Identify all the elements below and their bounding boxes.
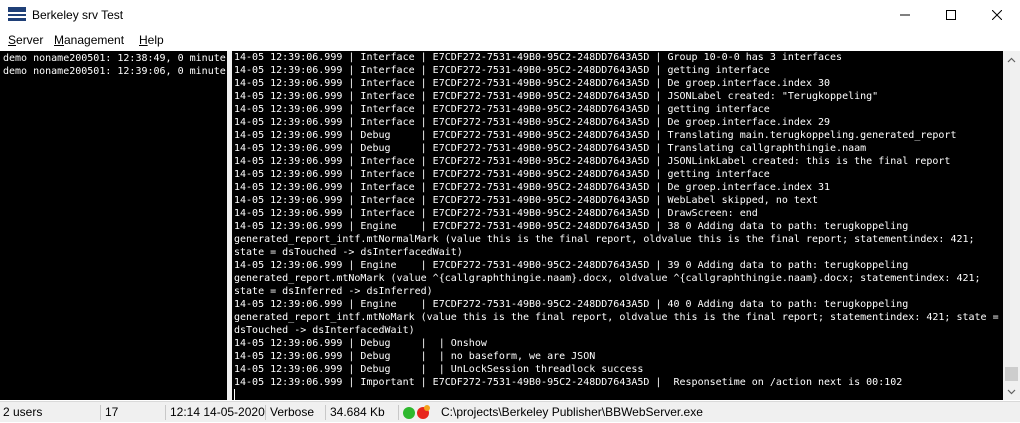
log-scrollbar[interactable]: [1003, 51, 1020, 400]
log-line: 14-05 12:39:06.999 | Interface | E7CDF27…: [234, 91, 879, 102]
log-line: 14-05 12:39:06.999 | Engine | E7CDF272-7…: [234, 260, 909, 271]
log-line: 14-05 12:39:06.999 | Interface | E7CDF27…: [234, 117, 831, 128]
log-line: generated_report.mtNoMark (value ^{callg…: [234, 273, 981, 284]
log-line: 14-05 12:39:06.999 | Engine | E7CDF272-7…: [234, 221, 909, 232]
log-line: dsTouched -> dsInterfacedWait): [234, 325, 415, 336]
window-title: Berkeley srv Test: [32, 8, 124, 22]
log-line: state = dsInferred -> dsInferred): [234, 286, 433, 297]
maximize-button[interactable]: [928, 0, 974, 30]
log-line: 14-05 12:39:06.999 | Interface | E7CDF27…: [234, 52, 843, 63]
status-bar: 2 users 17 12:14 14-05-2020 Verbose 34.6…: [0, 401, 1020, 422]
close-button[interactable]: [974, 0, 1020, 30]
status-ok-icon: [403, 407, 415, 419]
log-line: 14-05 12:39:06.999 | Debug | | no basefo…: [234, 351, 596, 362]
log-line: 14-05 12:39:06.999 | Interface | E7CDF27…: [234, 78, 831, 89]
status-datetime: 12:14 14-05-2020: [167, 405, 266, 420]
log-line: generated_report_intf.mtNoMark (value th…: [234, 312, 999, 323]
chevron-up-icon: [1007, 57, 1016, 62]
status-alert-icon: [417, 405, 430, 419]
app-icon: [8, 7, 26, 21]
scroll-down-button[interactable]: [1003, 383, 1020, 400]
session-item[interactable]: demo noname200501: 12:38:49, 0 minute: [3, 52, 227, 65]
log-line: 14-05 12:39:06.999 | Interface | E7CDF27…: [234, 195, 818, 206]
status-memory: 34.684 Kb: [327, 405, 399, 420]
log-line: 14-05 12:39:06.999 | Debug | E7CDF272-75…: [234, 130, 957, 141]
log-line: 14-05 12:39:06.999 | Engine | E7CDF272-7…: [234, 299, 909, 310]
menu-server[interactable]: Server: [8, 33, 43, 47]
log-line: 14-05 12:39:06.999 | Debug | | Onshow: [234, 338, 487, 349]
status-level: Verbose: [267, 405, 326, 420]
menu-bar: Server Management Help: [0, 30, 1020, 50]
log-line: state = dsTouched -> dsInterfacedWait): [234, 247, 463, 258]
status-path: C:\projects\Berkeley Publisher\BBWebServ…: [441, 405, 703, 419]
log-line: 14-05 12:39:06.999 | Important | E7CDF27…: [234, 377, 903, 388]
log-line: 14-05 12:39:06.999 | Debug | E7CDF272-75…: [234, 143, 867, 154]
log-line: 14-05 12:39:06.999 | Interface | E7CDF27…: [234, 169, 770, 180]
scroll-thumb[interactable]: [1005, 367, 1018, 381]
scroll-up-button[interactable]: [1003, 51, 1020, 68]
minimize-icon: [900, 14, 910, 16]
log-line: 14-05 12:39:06.999 | Interface | E7CDF27…: [234, 65, 770, 76]
title-bar: Berkeley srv Test: [0, 0, 1020, 30]
log-line: 14-05 12:39:06.999 | Interface | E7CDF27…: [234, 104, 770, 115]
log-line: generated_report_intf.mtNormalMark (valu…: [234, 234, 975, 245]
menu-help[interactable]: Help: [139, 33, 164, 47]
log-line: 14-05 12:39:06.999 | Debug | | UnLockSes…: [234, 364, 644, 375]
status-icons: [401, 404, 437, 420]
status-users: 2 users: [0, 405, 101, 420]
minimize-button[interactable]: [882, 0, 928, 30]
log-line: 14-05 12:39:06.999 | Interface | E7CDF27…: [234, 182, 831, 193]
text-cursor: [234, 389, 1003, 400]
session-item[interactable]: demo noname200501: 12:39:06, 0 minute: [3, 65, 227, 78]
log-output[interactable]: 14-05 12:39:06.999 | Interface | E7CDF27…: [232, 51, 1003, 400]
log-line: 14-05 12:39:06.999 | Interface | E7CDF27…: [234, 156, 951, 167]
log-line: 14-05 12:39:06.999 | Interface | E7CDF27…: [234, 208, 758, 219]
menu-management[interactable]: Management: [54, 33, 124, 47]
close-icon: [992, 10, 1002, 20]
status-count: 17: [102, 405, 166, 420]
maximize-icon: [946, 10, 956, 20]
chevron-down-icon: [1007, 389, 1016, 394]
session-list[interactable]: demo noname200501: 12:38:49, 0 minute dem…: [0, 51, 227, 400]
